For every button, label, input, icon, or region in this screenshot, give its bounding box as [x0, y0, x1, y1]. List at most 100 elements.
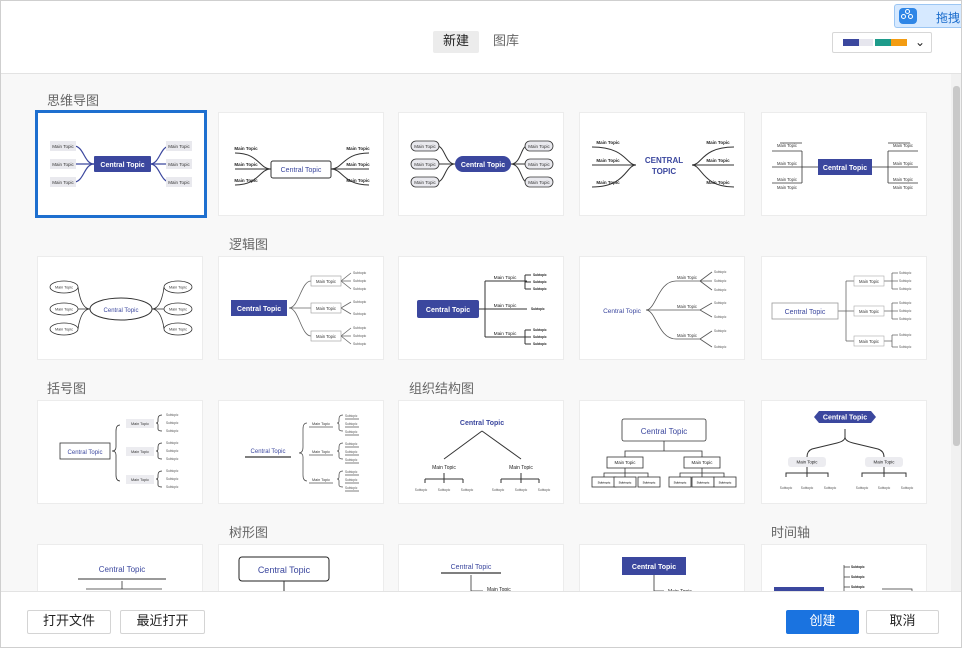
subtopic-label: Subtopic [533, 287, 547, 291]
template-card-tree-1[interactable]: Central Topic [37, 544, 203, 591]
template-thumbnail: Central Topic Main Topic Main Topic Main T… [231, 271, 366, 346]
main-topic-label: Main Topic [893, 161, 913, 166]
central-topic-label: Central Topic [281, 167, 322, 174]
central-topic-label: Central Topic [251, 449, 286, 455]
main-topic-label: Main Topic [509, 465, 533, 471]
template-thumbnail: Central Topic Main Topic [622, 557, 692, 591]
subtopic-label: Subtopic [801, 486, 814, 490]
template-thumbnail: Central Topic [78, 565, 166, 590]
main-topic-label: Main Topic [777, 143, 797, 148]
central-topic-label: Central Topic [603, 308, 642, 315]
main-topic-label: Main Topic [52, 162, 74, 167]
create-button[interactable]: 创建 [786, 610, 859, 634]
template-card-brace-2[interactable]: Central Topic Main Topic Main Topic Main T… [218, 400, 384, 504]
tab-new[interactable]: 新建 [433, 31, 480, 53]
main-topic-label: Main Topic [234, 178, 258, 183]
subtopic-label: Subtopic [345, 430, 358, 434]
central-topic-label: Central Topic [823, 415, 867, 422]
template-card-timeline-1[interactable]: Subtopic Subtopic Subtopic [761, 544, 927, 591]
template-card-mindmap-2[interactable]: Central Topic Main Topic Main Topic Main T… [218, 112, 384, 216]
template-card-logic-1[interactable]: Central Topic Main Topic Main Topic Main T… [37, 256, 203, 360]
template-card-logic-4[interactable]: Central Topic Main Topic Main Topic Main T… [579, 256, 745, 360]
template-card-org-3[interactable]: Central Topic Main Topic Main Topic Subto… [761, 400, 927, 504]
template-card-brace-1[interactable]: Central Topic Main Topic Main Topic Main T… [37, 400, 203, 504]
drag-helper-button[interactable]: 拖拽 [894, 4, 961, 28]
subtopic-label: Subtopic [345, 414, 358, 418]
template-card-mindmap-5[interactable]: Central Topic Main Topic Main Topic Main T… [761, 112, 927, 216]
recent-files-button[interactable]: 最近打开 [120, 610, 205, 634]
main-topic-label: Main Topic [893, 185, 913, 190]
main-topic-label: Main Topic [596, 140, 620, 145]
theme-swatch-orange [891, 39, 907, 46]
template-thumbnail: Central Topic Main Topic Main Topic Subto… [780, 411, 914, 490]
subtopic-label: Subtopic [345, 422, 358, 426]
template-card-tree-4[interactable]: Central Topic Main Topic [579, 544, 745, 591]
vertical-scrollbar[interactable] [951, 74, 961, 591]
central-topic-label: Central Topic [632, 564, 676, 571]
subtopic-label: Subtopic [353, 342, 366, 346]
subtopic-label: Subtopic [719, 481, 732, 485]
template-card-logic-2[interactable]: Central Topic Main Topic Main Topic Main T… [218, 256, 384, 360]
subtopic-label: Subtopic [697, 481, 710, 485]
subtopic-label: Subtopic [533, 280, 547, 284]
central-topic-label: Central Topic [100, 162, 144, 169]
scrollbar-thumb[interactable] [953, 86, 960, 446]
main-topic-label: Main Topic [528, 144, 550, 149]
template-card-org-1[interactable]: Central Topic Main Topic Main Topic Subto… [398, 400, 564, 504]
subtopic-label: Subtopic [538, 488, 551, 492]
subtopic-label: Subtopic [533, 273, 547, 277]
main-topic-label: Main Topic [494, 275, 517, 281]
template-card-mindmap-1[interactable]: Central Topic Main Topic Main Topic Main T… [35, 110, 207, 218]
template-card-logic-5[interactable]: Central Topic Main Topic Main Topic Main T… [761, 256, 927, 360]
cancel-button[interactable]: 取消 [866, 610, 939, 634]
template-thumbnail: Central Topic Main Topic Main Topic Main T… [772, 142, 918, 190]
template-thumbnail: CENTRAL TOPIC Main Topic Main Topic Main T… [591, 140, 735, 188]
subtopic-label: Subtopic [533, 342, 547, 346]
template-card-tree-2[interactable]: Central Topic [218, 544, 384, 591]
main-topic-label: Main Topic [131, 450, 149, 454]
subtopic-label: Subtopic [166, 441, 179, 445]
theme-color-picker[interactable]: ⌄ [832, 32, 932, 53]
central-topic-label: TOPIC [652, 167, 677, 176]
template-thumbnail: Central Topic Main Topic Main Topic Main T… [771, 271, 912, 349]
main-topic-label: Main Topic [706, 180, 730, 185]
subtopic-label: Subtopic [714, 301, 727, 305]
subtopic-label: Subtopic [353, 279, 366, 283]
subtopic-label: Subtopic [345, 450, 358, 454]
tab-gallery[interactable]: 图库 [483, 31, 529, 53]
subtopic-label: Subtopic [899, 309, 912, 313]
main-topic-label: Main Topic [797, 460, 819, 465]
central-topic-label: Central Topic [99, 565, 146, 574]
main-topic-label: Main Topic [874, 460, 896, 465]
open-file-button[interactable]: 打开文件 [27, 610, 111, 634]
cloud-icon [899, 8, 917, 24]
theme-swatch-light [859, 39, 873, 46]
main-topic-label: Main Topic [55, 308, 73, 312]
subtopic-label: Subtopic [492, 488, 505, 492]
main-topic-label: Main Topic [893, 177, 913, 182]
template-card-mindmap-3[interactable]: Central Topic Main Topic Main Topic Main T… [398, 112, 564, 216]
subtopic-label: Subtopic [899, 279, 912, 283]
template-thumbnail: Central Topic Main Topic Main Topic Main T… [410, 140, 554, 188]
subtopic-label: Subtopic [166, 413, 179, 417]
main-topic-label: Main Topic [316, 334, 336, 339]
subtopic-label: Subtopic [714, 329, 727, 333]
subtopic-label: Subtopic [714, 315, 727, 319]
subtopic-label: Subtopic [899, 345, 912, 349]
theme-swatch-navy [843, 39, 859, 46]
template-card-tree-3[interactable]: Central Topic Main Topic [398, 544, 564, 591]
template-gallery: 思维导图 逻辑图 括号图 组织结构图 树形图 时间轴 Central Topic… [1, 74, 951, 591]
template-card-logic-3[interactable]: Central Topic Main Topic Main Topic Main T… [398, 256, 564, 360]
subtopic-label: Subtopic [899, 287, 912, 291]
subtopic-label: Subtopic [166, 421, 179, 425]
template-thumbnail: Central Topic Main Topic Main Topic Main T… [417, 273, 547, 346]
template-card-mindmap-4[interactable]: CENTRAL TOPIC Main Topic Main Topic Main T… [579, 112, 745, 216]
subtopic-label: Subtopic [345, 470, 358, 474]
template-thumbnail: Central Topic Main Topic Main Topic Main T… [245, 414, 359, 492]
main-topic-label: Main Topic [55, 286, 73, 290]
subtopic-label: Subtopic [533, 335, 547, 339]
template-card-org-2[interactable]: Central Topic Main Topic Main Topic Subto… [579, 400, 745, 504]
subtopic-label: Subtopic [353, 334, 366, 338]
subtopic-label: Subtopic [166, 485, 179, 489]
main-topic-label: Main Topic [615, 460, 637, 465]
